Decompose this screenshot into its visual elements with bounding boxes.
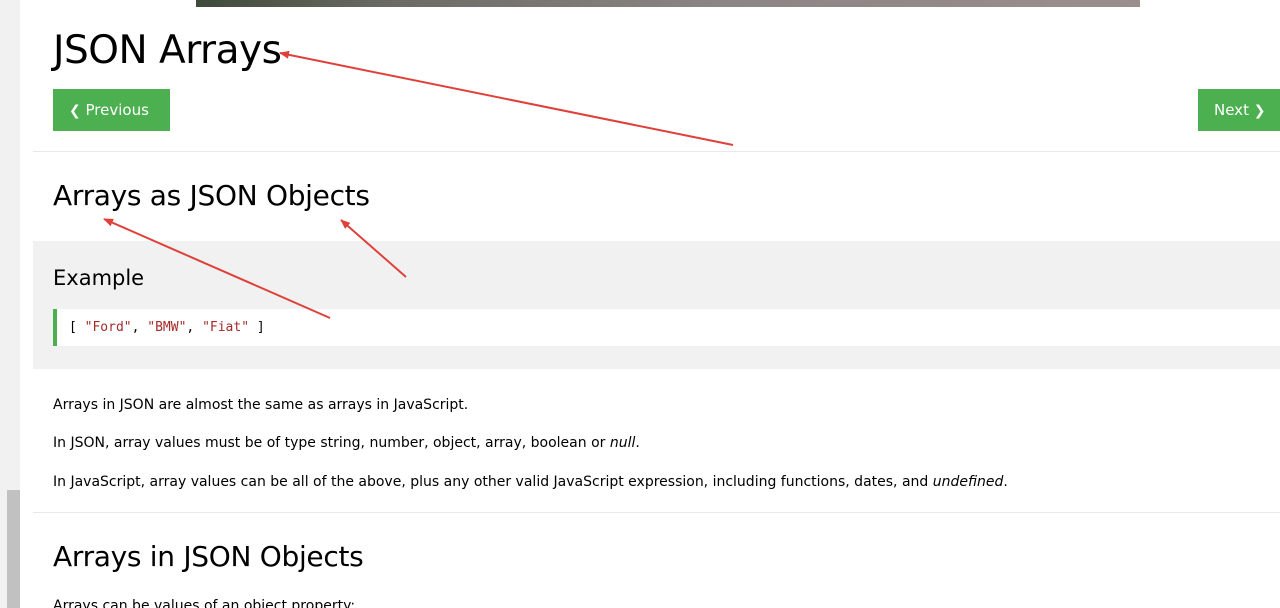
paragraph-text-end: . (635, 435, 640, 451)
code-bracket-close: ] (249, 320, 265, 335)
paragraph-text: In JavaScript, array values can be all o… (53, 474, 933, 490)
divider (33, 151, 1280, 152)
scrollbar-thumb[interactable] (7, 490, 20, 608)
paragraph-text-end: . (1003, 474, 1008, 490)
page-title: JSON Arrays (53, 28, 282, 73)
section-heading-arrays-in-json-objects: Arrays in JSON Objects (53, 540, 364, 573)
section-heading-arrays-as-json-objects: Arrays as JSON Objects (53, 179, 370, 212)
next-button-label: Next (1214, 101, 1249, 119)
emphasis-null: null (609, 435, 636, 451)
code-separator: , (186, 320, 203, 335)
code-block: [ "Ford", "BMW", "Fiat" ] (53, 309, 1280, 346)
main-content: JSON Arrays ❮ Previous Next ❯ Arrays as … (33, 0, 1280, 608)
next-button[interactable]: Next ❯ (1198, 89, 1280, 131)
previous-button-label: Previous (85, 101, 149, 119)
paragraph-json-array-values: In JSON, array values must be of type st… (53, 433, 640, 453)
code-string-ford: "Ford" (84, 320, 132, 335)
paragraph-arrays-in-json: Arrays in JSON are almost the same as ar… (53, 397, 469, 413)
previous-button[interactable]: ❮ Previous (53, 89, 170, 131)
emphasis-undefined: undefined (932, 474, 1004, 490)
code-string-fiat: "Fiat" (202, 320, 250, 335)
example-box: Example [ "Ford", "BMW", "Fiat" ] (33, 241, 1280, 369)
paragraph-text: In JSON, array values must be of type st… (53, 435, 610, 451)
paragraph-arrays-as-property-values: Arrays can be values of an object proper… (53, 598, 356, 608)
example-title: Example (53, 266, 145, 290)
chevron-right-icon: ❯ (1253, 103, 1266, 119)
code-string-bmw: "BMW" (147, 320, 187, 335)
page: JSON Arrays ❮ Previous Next ❯ Arrays as … (0, 0, 1280, 608)
left-gutter (0, 0, 20, 608)
chevron-left-icon: ❮ (69, 103, 81, 119)
code-bracket-open: [ (69, 320, 85, 335)
paragraph-javascript-array-values: In JavaScript, array values can be all o… (53, 472, 1008, 492)
divider (33, 512, 1280, 513)
code-separator: , (131, 320, 148, 335)
